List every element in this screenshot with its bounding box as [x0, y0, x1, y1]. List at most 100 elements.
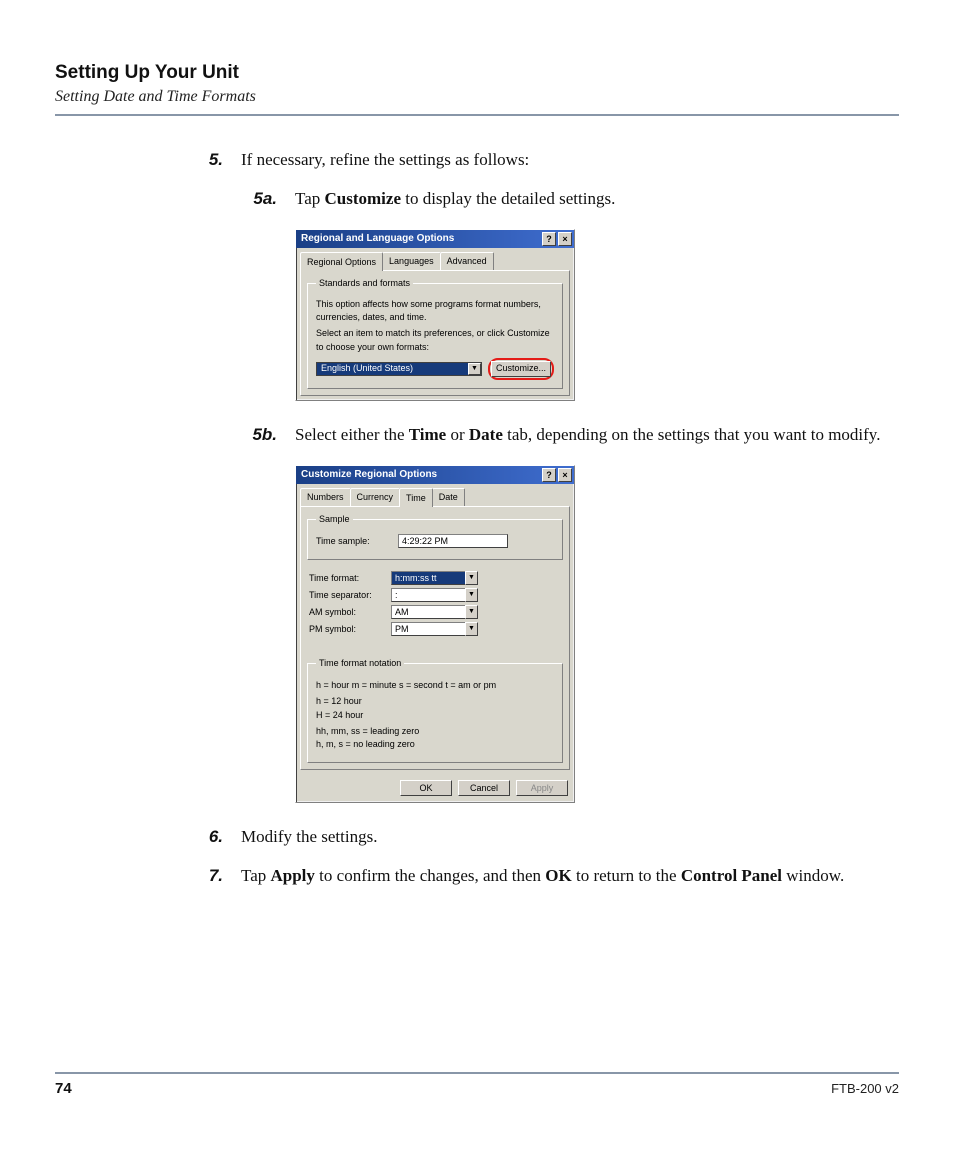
notation-line-3: H = 24 hour — [316, 709, 554, 721]
time-separator-combo[interactable]: : ▼ — [391, 588, 478, 602]
step-7-bold1: Apply — [271, 866, 315, 885]
tab-advanced[interactable]: Advanced — [440, 252, 494, 270]
time-format-combo[interactable]: h:mm:ss tt ▼ — [391, 571, 478, 585]
time-format-label: Time format: — [309, 572, 383, 585]
chevron-down-icon: ▼ — [465, 571, 478, 585]
pm-symbol-value: PM — [391, 622, 465, 636]
tab-currency[interactable]: Currency — [350, 488, 401, 506]
dialog-buttons: OK Cancel Apply — [296, 774, 574, 802]
close-button[interactable]: × — [558, 232, 572, 246]
titlebar: Regional and Language Options ? × — [296, 230, 574, 248]
group-time-fields: Time format: h:mm:ss tt ▼ Time separator… — [307, 568, 563, 639]
step-6-text: Modify the settings. — [241, 825, 899, 850]
help-button[interactable]: ? — [542, 232, 556, 246]
time-separator-value: : — [391, 588, 465, 602]
window-control-box: ? × — [542, 468, 572, 482]
am-symbol-combo[interactable]: AM ▼ — [391, 605, 478, 619]
highlight-ring: Customize... — [488, 358, 554, 380]
step-7-post: to return to the — [572, 866, 681, 885]
tab-time[interactable]: Time — [399, 488, 433, 507]
chevron-down-icon: ▼ — [468, 363, 481, 375]
page-footer: 74 FTB-200 v2 — [55, 1072, 899, 1097]
step-7-bold3: Control Panel — [681, 866, 782, 885]
step-5a-text: Tap Customize to display the detailed se… — [295, 187, 899, 212]
step-7-num: 7. — [199, 864, 223, 889]
locale-select[interactable]: English (United States) ▼ — [316, 362, 482, 376]
step-5b-bold2: Date — [469, 425, 503, 444]
tab-panel: Standards and formats This option affect… — [300, 270, 570, 395]
step-5-text: If necessary, refine the settings as fol… — [241, 148, 899, 173]
time-sample-display: 4:29:22 PM — [398, 534, 508, 548]
tab-languages[interactable]: Languages — [382, 252, 441, 270]
step-7-text: Tap Apply to confirm the changes, and th… — [241, 864, 899, 889]
chevron-down-icon: ▼ — [465, 605, 478, 619]
apply-button[interactable]: Apply — [516, 780, 568, 796]
ok-button[interactable]: OK — [400, 780, 452, 796]
tab-numbers[interactable]: Numbers — [300, 488, 351, 506]
time-sample-row: Time sample: 4:29:22 PM — [316, 534, 554, 548]
time-separator-row: Time separator: : ▼ — [309, 588, 561, 602]
notation-line-1: h = hour m = minute s = second t = am or… — [316, 679, 554, 691]
pm-symbol-combo[interactable]: PM ▼ — [391, 622, 478, 636]
tab-panel: Sample Time sample: 4:29:22 PM Time form… — [300, 506, 570, 770]
page-subtitle: Setting Date and Time Formats — [55, 88, 899, 106]
group-notation-legend: Time format notation — [316, 657, 404, 670]
tab-regional-options[interactable]: Regional Options — [300, 252, 383, 271]
am-symbol-value: AM — [391, 605, 465, 619]
close-button[interactable]: × — [558, 468, 572, 482]
pm-symbol-row: PM symbol: PM ▼ — [309, 622, 561, 636]
step-5b: 5b. Select either the Time or Date tab, … — [241, 423, 899, 448]
window-title: Regional and Language Options — [301, 232, 454, 247]
hint-1: This option affects how some programs fo… — [316, 298, 554, 324]
step-5a-pre: Tap — [295, 189, 325, 208]
notation-line-5: h, m, s = no leading zero — [316, 738, 554, 750]
page-header: Setting Up Your Unit Setting Date and Ti… — [55, 62, 899, 116]
tabstrip: Numbers Currency Time Date — [296, 484, 574, 506]
document-page: Setting Up Your Unit Setting Date and Ti… — [0, 0, 954, 1159]
notation-line-2: h = 12 hour — [316, 695, 554, 707]
pm-symbol-label: PM symbol: — [309, 623, 383, 636]
step-5b-bold1: Time — [409, 425, 446, 444]
footer-row: 74 FTB-200 v2 — [55, 1080, 899, 1097]
step-7-bold2: OK — [545, 866, 571, 885]
locale-row: English (United States) ▼ Customize... — [316, 358, 554, 380]
step-5b-num: 5b. — [241, 423, 277, 448]
step-5: 5. If necessary, refine the settings as … — [199, 148, 899, 173]
page-number: 74 — [55, 1080, 72, 1097]
step-7: 7. Tap Apply to confirm the changes, and… — [199, 864, 899, 889]
time-sample-label: Time sample: — [316, 535, 390, 548]
time-separator-label: Time separator: — [309, 589, 383, 602]
notation-line-4: hh, mm, ss = leading zero — [316, 725, 554, 737]
screenshot-regional-options: Regional and Language Options ? × Region… — [295, 229, 899, 400]
step-5a-post: to display the detailed settings. — [401, 189, 615, 208]
hint-2: Select an item to match its preferences,… — [316, 327, 554, 353]
footer-rule — [55, 1072, 899, 1074]
cancel-button[interactable]: Cancel — [458, 780, 510, 796]
help-button[interactable]: ? — [542, 468, 556, 482]
window-regional-options: Regional and Language Options ? × Region… — [295, 229, 575, 400]
screenshot-customize-regional: Customize Regional Options ? × Numbers C… — [295, 465, 899, 803]
step-7-mid: to confirm the changes, and then — [315, 866, 545, 885]
step-5-num: 5. — [199, 148, 223, 173]
step-5b-pre: Select either the — [295, 425, 409, 444]
window-customize-regional: Customize Regional Options ? × Numbers C… — [295, 465, 575, 803]
window-control-box: ? × — [542, 232, 572, 246]
am-symbol-row: AM symbol: AM ▼ — [309, 605, 561, 619]
tabstrip: Regional Options Languages Advanced — [296, 248, 574, 270]
step-5b-mid: or — [446, 425, 469, 444]
group-sample-legend: Sample — [316, 513, 353, 526]
group-sample: Sample Time sample: 4:29:22 PM — [307, 513, 563, 560]
time-format-row: Time format: h:mm:ss tt ▼ — [309, 571, 561, 585]
step-5b-text: Select either the Time or Date tab, depe… — [295, 423, 899, 448]
group-notation: Time format notation h = hour m = minute… — [307, 657, 563, 763]
step-5a-bold: Customize — [325, 189, 401, 208]
group-legend: Standards and formats — [316, 277, 413, 290]
time-format-value: h:mm:ss tt — [391, 571, 465, 585]
customize-button[interactable]: Customize... — [491, 361, 551, 377]
locale-select-value: English (United States) — [321, 362, 413, 375]
page-title: Setting Up Your Unit — [55, 62, 899, 84]
step-6: 6. Modify the settings. — [199, 825, 899, 850]
step-7-pre: Tap — [241, 866, 271, 885]
tab-date[interactable]: Date — [432, 488, 465, 506]
titlebar: Customize Regional Options ? × — [296, 466, 574, 484]
